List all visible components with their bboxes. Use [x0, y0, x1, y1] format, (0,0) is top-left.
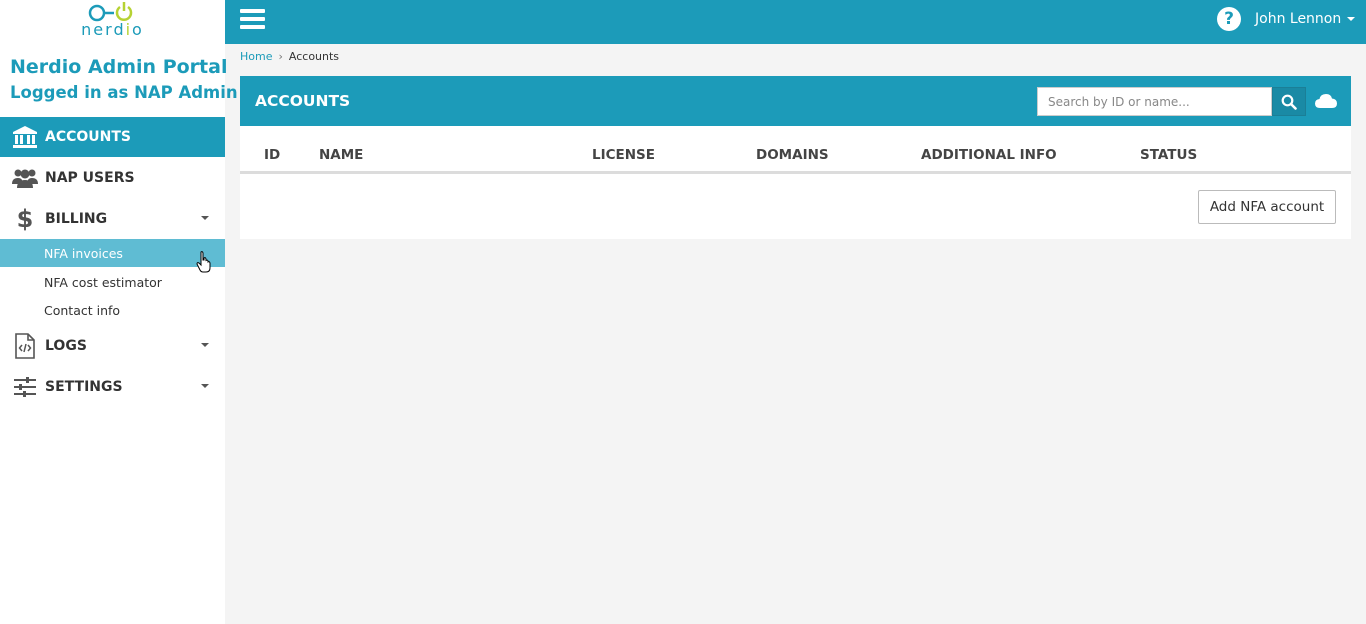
logged-in-as-label: Logged in as NAP Admin — [10, 83, 238, 102]
sidebar-item-label: SETTINGS — [45, 379, 123, 395]
column-header-status[interactable]: STATUS — [1140, 147, 1197, 163]
top-navbar: ? John Lennon — [225, 0, 1366, 44]
sidebar-item-label: ACCOUNTS — [45, 129, 132, 145]
portal-title: Nerdio Admin Portal — [10, 56, 228, 78]
sidebar-item-settings[interactable]: SETTINGS — [0, 367, 225, 407]
search-input[interactable] — [1037, 87, 1272, 116]
logo-wordmark: nerdio — [81, 20, 144, 39]
search-button[interactable] — [1272, 87, 1306, 116]
page-title: ACCOUNTS — [255, 92, 351, 110]
hamburger-menu-icon[interactable] — [240, 9, 265, 31]
bank-icon — [11, 123, 39, 151]
dollar-icon: $ — [11, 205, 39, 233]
sidebar-item-label: LOGS — [45, 338, 87, 354]
chevron-down-icon — [201, 343, 209, 347]
search-icon — [1281, 94, 1297, 110]
sidebar-subitem-nfa-cost-estimator[interactable]: NFA cost estimator — [0, 268, 225, 296]
sidebar-subitem-nfa-invoices[interactable]: NFA invoices — [0, 239, 225, 267]
breadcrumb-home-link[interactable]: Home — [240, 50, 272, 63]
add-nfa-account-button[interactable]: Add NFA account — [1198, 190, 1336, 224]
sidebar: nerdio Nerdio Admin Portal Logged in as … — [0, 0, 238, 624]
column-header-name[interactable]: NAME — [319, 147, 363, 163]
chevron-down-icon — [201, 384, 209, 388]
cloud-icon[interactable] — [1315, 93, 1337, 109]
help-icon[interactable]: ? — [1217, 7, 1241, 31]
hand-cursor-icon — [196, 251, 211, 273]
column-header-id[interactable]: ID — [264, 147, 280, 163]
panel-header: ACCOUNTS — [240, 76, 1351, 126]
accounts-panel: ACCOUNTS ID NAME LICENSE DOMAINS ADDITIO… — [240, 76, 1351, 239]
nerdio-logo[interactable]: nerdio — [0, 0, 225, 44]
sidebar-subitem-contact-info[interactable]: Contact info — [0, 296, 225, 324]
user-name: John Lennon — [1255, 11, 1342, 27]
sidebar-item-nap-users[interactable]: NAP USERS — [0, 158, 225, 198]
sidebar-item-logs[interactable]: LOGS — [0, 326, 225, 366]
breadcrumb-current: Accounts — [288, 50, 340, 63]
code-file-icon — [11, 332, 39, 360]
sidebar-item-label: BILLING — [45, 211, 108, 227]
column-header-additional-info[interactable]: ADDITIONAL INFO — [921, 147, 1057, 163]
user-menu[interactable]: John Lennon — [1255, 11, 1356, 27]
chevron-down-icon — [1347, 17, 1356, 21]
column-header-license[interactable]: LICENSE — [592, 147, 655, 163]
svg-text:$: $ — [17, 206, 33, 232]
column-header-domains[interactable]: DOMAINS — [756, 147, 829, 163]
breadcrumb: Home › Accounts — [240, 50, 339, 63]
chevron-down-icon — [201, 216, 209, 220]
sidebar-item-label: NAP USERS — [45, 170, 135, 186]
users-icon — [11, 164, 39, 192]
sidebar-item-billing[interactable]: $ BILLING — [0, 199, 225, 239]
sidebar-item-accounts[interactable]: ACCOUNTS — [0, 117, 225, 157]
breadcrumb-separator: › — [278, 50, 283, 63]
sliders-icon — [11, 373, 39, 401]
accounts-table-header: ID NAME LICENSE DOMAINS ADDITIONAL INFO … — [240, 126, 1351, 174]
